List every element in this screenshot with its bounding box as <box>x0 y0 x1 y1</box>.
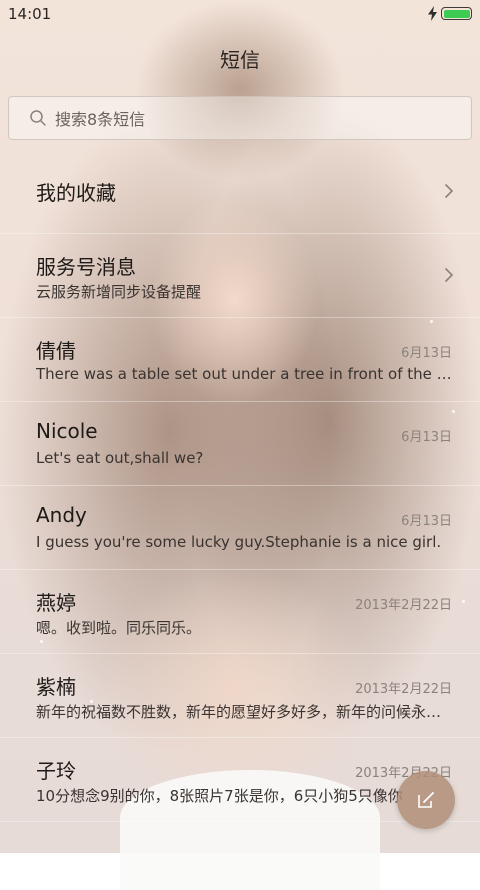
conversation-date: 2013年2月22日 <box>355 598 452 613</box>
conversation-list: 我的收藏服务号消息云服务新增同步设备提醒倩倩 There was a table … <box>0 150 480 822</box>
conversation-preview: Let's eat out,shall we? <box>36 449 204 467</box>
charging-icon <box>428 6 437 21</box>
conversation-name: Andy <box>36 503 87 527</box>
conversation-date: 2013年2月22日 <box>355 682 452 697</box>
conversation-preview: I guess you're some lucky guy.Stephanie … <box>36 533 442 551</box>
conversation-name: 倩倩 <box>36 339 76 363</box>
status-time: 14:01 <box>8 5 52 23</box>
conversation-date: 6月13日 <box>401 346 452 361</box>
conversation-item[interactable]: 燕婷嗯。收到啦。同乐同乐。 2013年2月22日 <box>0 570 480 654</box>
compose-icon <box>418 792 434 808</box>
conversation-name: Nicole <box>36 419 98 443</box>
conversation-preview: There was a table set out under a tree i… <box>36 365 454 383</box>
compose-button[interactable] <box>397 771 455 829</box>
conversation-name: 燕婷 <box>36 591 76 615</box>
conversation-date: 6月13日 <box>401 514 452 529</box>
conversation-item[interactable]: 我的收藏 <box>0 150 480 234</box>
conversation-item[interactable]: 服务号消息云服务新增同步设备提醒 <box>0 234 480 318</box>
conversation-name: 子玲 <box>36 759 76 783</box>
battery-level <box>443 9 470 18</box>
conversation-preview: 新年的祝福数不胜数，新年的愿望好多好多，新年的问候永远不变 <box>36 703 454 721</box>
chevron-right-icon <box>444 183 454 199</box>
page-title: 短信 <box>220 48 260 72</box>
search-icon <box>30 110 46 126</box>
conversation-name: 紫楠 <box>36 675 76 699</box>
conversation-preview: 10分想念9别的你，8张照片7张是你，6只小狗5只像你 <box>36 787 403 805</box>
conversation-item[interactable]: Nicole Let's eat out,shall we? 6月13日 <box>0 402 480 486</box>
conversation-preview: 云服务新增同步设备提醒 <box>36 283 202 301</box>
status-bar: 14:01 <box>0 0 480 28</box>
conversation-item[interactable]: 紫楠新年的祝福数不胜数，新年的愿望好多好多，新年的问候永远不变 2013年2月22… <box>0 654 480 738</box>
conversation-item[interactable]: Andy I guess you're some lucky guy.Stepha… <box>0 486 480 570</box>
search-input[interactable] <box>53 97 457 141</box>
conversation-date: 6月13日 <box>401 430 452 445</box>
conversation-item[interactable]: 倩倩 There was a table set out under a tree… <box>0 318 480 402</box>
battery-icon <box>441 7 472 20</box>
conversation-preview: 嗯。收到啦。同乐同乐。 <box>36 619 202 637</box>
chevron-right-icon <box>444 267 454 283</box>
conversation-name: 服务号消息 <box>36 255 136 279</box>
search-box[interactable] <box>8 96 472 141</box>
conversation-name: 我的收藏 <box>36 181 116 205</box>
